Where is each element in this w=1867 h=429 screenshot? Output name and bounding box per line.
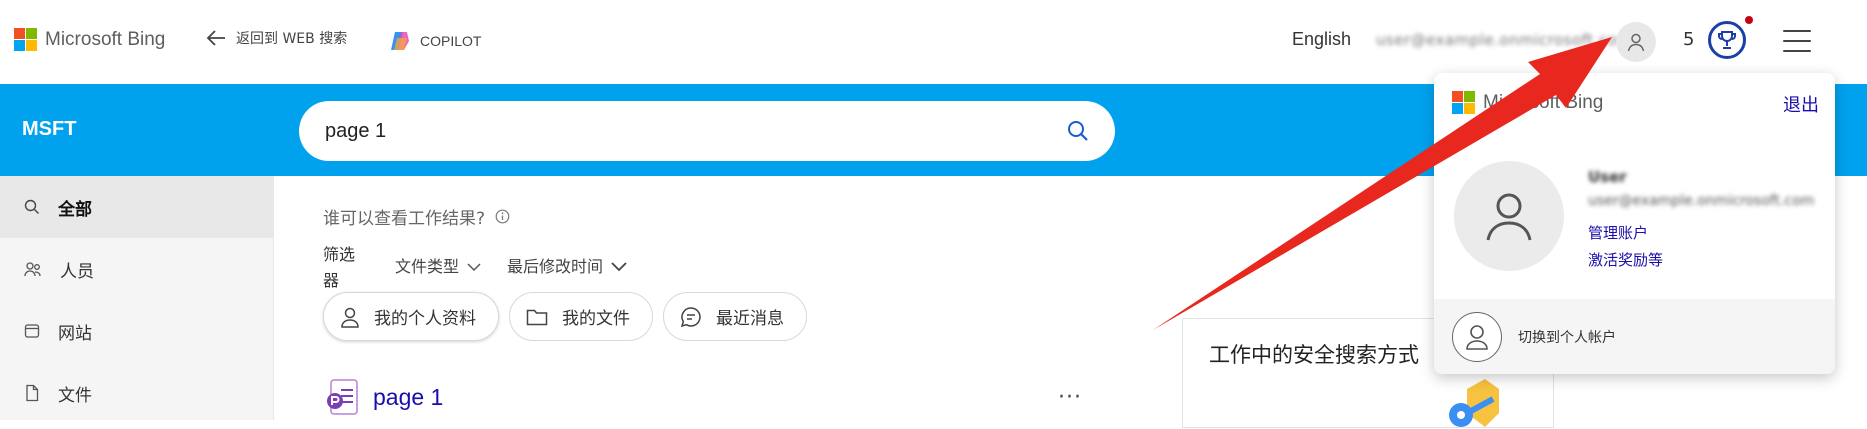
chevron-down-icon [467, 262, 481, 271]
card-title: 工作中的安全搜索方式 [1209, 343, 1419, 367]
search-icon[interactable] [1067, 120, 1089, 142]
key-shield-illustration [1449, 379, 1499, 427]
people-icon [24, 262, 41, 277]
sidebar-item-label: 文件 [58, 385, 92, 406]
manage-account-link[interactable]: 管理账户 [1588, 222, 1648, 243]
sway-file-icon [327, 379, 358, 415]
last-modified-dropdown[interactable]: 最后修改时间 [507, 242, 627, 292]
sign-out-link[interactable]: 退出 [1783, 91, 1819, 117]
brand-text: Microsoft Bing [45, 28, 166, 50]
account-name: User [1588, 168, 1627, 186]
user-icon [341, 307, 359, 328]
recent-messages-chip[interactable]: 最近消息 [663, 292, 807, 341]
file-type-label: 文件类型 [395, 257, 460, 276]
switch-to-personal-button[interactable]: 切换到个人帐户 [1434, 299, 1835, 374]
account-avatar-button[interactable] [1616, 22, 1656, 62]
switch-label: 切换到个人帐户 [1518, 329, 1616, 346]
search-icon [24, 199, 39, 214]
user-icon [1627, 33, 1645, 52]
rewards-points[interactable]: 5 [1683, 29, 1694, 50]
folder-icon [526, 309, 548, 325]
chip-label: 我的个人资料 [374, 309, 476, 329]
search-result[interactable]: page 1 [325, 378, 443, 416]
filter-bar: 筛选器 文件类型 最后修改时间 [323, 242, 627, 294]
copilot-icon [391, 32, 409, 50]
file-type-dropdown[interactable]: 文件类型 [395, 242, 481, 292]
chat-icon [680, 306, 701, 327]
popup-brand-text: Microsoft Bing [1483, 91, 1604, 113]
more-options-button[interactable]: ··· [1058, 385, 1082, 410]
back-to-web-search-link[interactable]: 返回到 WEB 搜索 [206, 28, 347, 48]
microsoft-logo-icon [14, 28, 37, 51]
who-can-see-text: 谁可以查看工作结果? [323, 209, 486, 229]
account-email[interactable]: user@example.onmicrosoft.com [1376, 31, 1632, 49]
language-switch[interactable]: English [1292, 29, 1351, 50]
bing-logo[interactable]: Microsoft Bing [14, 28, 165, 51]
chip-label: 我的文件 [562, 309, 630, 329]
quick-filter-chips: 我的个人资料 我的文件 最近消息 [323, 292, 807, 341]
microsoft-logo-icon [1452, 91, 1475, 114]
sidebar-item-sites[interactable]: 网站 [0, 300, 273, 362]
account-email-popup: user@example.onmicrosoft.com [1588, 193, 1815, 209]
back-label: 返回到 WEB 搜索 [236, 31, 348, 47]
arrow-left-icon [206, 30, 225, 46]
copilot-link[interactable]: COPILOT [388, 30, 481, 52]
sidebar-item-people[interactable]: 人员 [0, 238, 273, 300]
personal-account-icon [1452, 311, 1502, 362]
sidebar-item-label: 全部 [58, 199, 92, 220]
who-can-see-link[interactable]: 谁可以查看工作结果? [323, 204, 510, 229]
my-files-chip[interactable]: 我的文件 [509, 292, 653, 341]
search-input[interactable]: page 1 [325, 120, 1067, 143]
file-icon [26, 384, 39, 402]
sidebar-item-files[interactable]: 文件 [0, 362, 273, 424]
last-modified-label: 最后修改时间 [507, 257, 604, 276]
filter-label: 筛选器 [323, 245, 356, 290]
user-icon [1486, 193, 1532, 241]
sidebar-item-all[interactable]: 全部 [0, 176, 273, 238]
sidebar-item-label: 网站 [58, 323, 92, 344]
profile-avatar [1454, 161, 1564, 271]
sidebar-item-label: 人员 [60, 261, 94, 282]
copilot-label: COPILOT [420, 33, 482, 49]
chip-label: 最近消息 [716, 309, 784, 329]
info-icon[interactable] [495, 209, 510, 224]
account-popup: Microsoft Bing 退出 User user@example.onmi… [1434, 73, 1835, 374]
organization-name[interactable]: MSFT [22, 118, 76, 141]
notification-dot [1745, 16, 1753, 24]
rewards-button[interactable] [1708, 21, 1746, 59]
trophy-icon [1718, 31, 1736, 49]
site-icon [24, 324, 40, 338]
result-title-link[interactable]: page 1 [373, 384, 443, 411]
chevron-down-icon [611, 262, 627, 272]
search-box[interactable]: page 1 [299, 101, 1115, 161]
hamburger-menu-button[interactable] [1783, 30, 1811, 52]
activate-rewards-link[interactable]: 激活奖励等 [1588, 249, 1663, 270]
top-bar: Microsoft Bing 返回到 WEB 搜索 COPILOT Englis… [0, 0, 1867, 84]
popup-brand: Microsoft Bing [1452, 91, 1603, 114]
my-profile-chip[interactable]: 我的个人资料 [323, 292, 499, 341]
vertical-nav: 全部 人员 网站 文件 [0, 176, 274, 420]
